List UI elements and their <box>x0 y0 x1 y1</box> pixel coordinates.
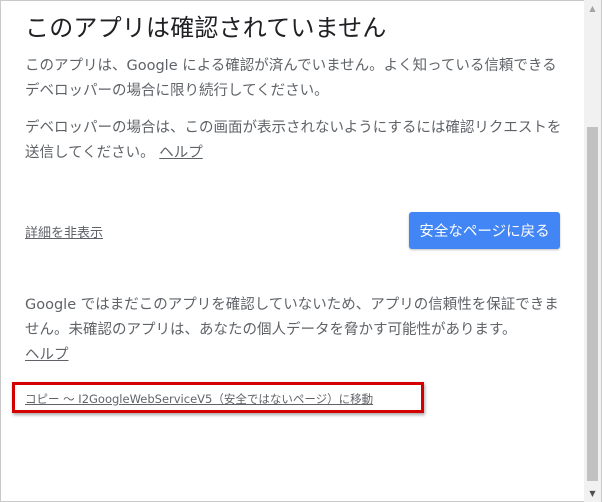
unverified-paragraph: Google ではまだこのアプリを確認していないため、アプリの信頼性を保証できま… <box>25 293 565 368</box>
warning-text: このアプリは、Google による確認が済んでいません。よく知っている信頼できる… <box>25 58 557 99</box>
vertical-scrollbar[interactable]: ▲ ▼ <box>584 0 601 502</box>
unverified-text: Google ではまだこのアプリを確認していないため、アプリの信頼性を保証できま… <box>25 297 559 338</box>
proceed-unsafe-link[interactable]: コピー ～ I2GoogleWebServiceV5（安全ではないページ）に移動 <box>25 391 373 407</box>
back-to-safety-button[interactable]: 安全なページに戻る <box>409 212 560 249</box>
page-title: このアプリは確認されていません <box>25 14 387 42</box>
scroll-down-icon[interactable]: ▼ <box>584 485 601 502</box>
help-link-developer[interactable]: ヘルプ <box>159 145 203 161</box>
scroll-up-icon[interactable]: ▲ <box>584 0 601 17</box>
warning-paragraph: このアプリは、Google による確認が済んでいません。よく知っている信頼できる… <box>25 54 565 104</box>
scroll-thumb[interactable] <box>587 127 598 481</box>
hide-details-link[interactable]: 詳細を非表示 <box>25 222 103 241</box>
developer-text: デベロッパーの場合は、この画面が表示されないようにするには確認リクエストを送信し… <box>25 120 562 161</box>
developer-paragraph: デベロッパーの場合は、この画面が表示されないようにするには確認リクエストを送信し… <box>25 116 565 166</box>
help-link-unverified[interactable]: ヘルプ <box>25 347 69 363</box>
